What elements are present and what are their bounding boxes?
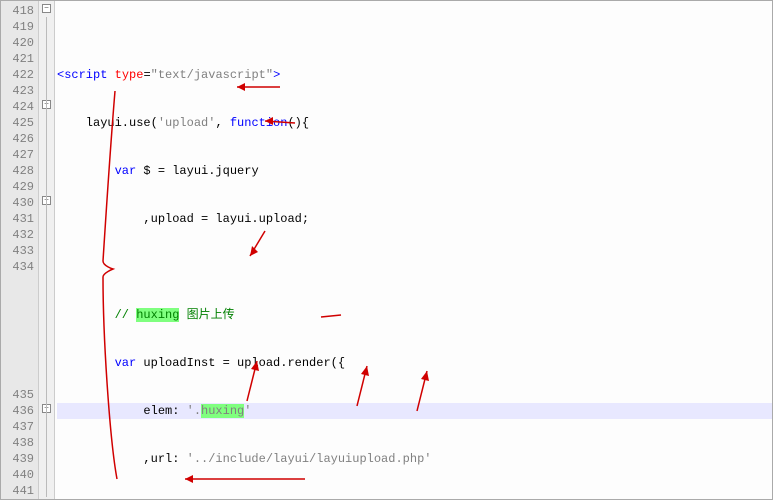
code-line: var $ = layui.jquery <box>57 163 772 179</box>
highlight-huxing: huxing <box>136 308 179 322</box>
line-number: 439 <box>7 451 34 467</box>
line-number: 436 <box>7 403 34 419</box>
line-number <box>7 339 34 355</box>
line-number: 425 <box>7 115 34 131</box>
line-number: 426 <box>7 131 34 147</box>
line-number <box>7 323 34 339</box>
line-number: 437 <box>7 419 34 435</box>
code-line: ,upload = layui.upload; <box>57 211 772 227</box>
line-number: 441 <box>7 483 34 499</box>
line-number-gutter: 418 419 420 421 422 423 424 425 426 427 … <box>1 1 39 499</box>
fold-gutter: − − − − <box>39 1 55 499</box>
line-number: 430 <box>7 195 34 211</box>
line-number: 422 <box>7 67 34 83</box>
code-line: var uploadInst = upload.render({ <box>57 355 772 371</box>
code-line: // huxing 图片上传 <box>57 307 772 323</box>
line-number: 418 <box>7 3 34 19</box>
line-number: 438 <box>7 435 34 451</box>
code-line-current: elem: '.huxing' <box>57 403 772 419</box>
line-number: 427 <box>7 147 34 163</box>
line-number <box>7 371 34 387</box>
line-number: 433 <box>7 243 34 259</box>
line-number: 431 <box>7 211 34 227</box>
line-number <box>7 275 34 291</box>
line-number: 424 <box>7 99 34 115</box>
line-number <box>7 355 34 371</box>
code-area[interactable]: <script type="text/javascript"> layui.us… <box>55 1 772 499</box>
code-line: ,url: '../include/layui/layuiupload.php' <box>57 451 772 467</box>
line-number: 428 <box>7 163 34 179</box>
highlight-huxing: huxing <box>201 404 244 418</box>
line-number: 420 <box>7 35 34 51</box>
code-line: layui.use('upload', function(){ <box>57 115 772 131</box>
code-line <box>57 259 772 275</box>
line-number: 429 <box>7 179 34 195</box>
line-number: 432 <box>7 227 34 243</box>
line-number: 423 <box>7 83 34 99</box>
line-number <box>7 291 34 307</box>
line-number: 435 <box>7 387 34 403</box>
line-number: 440 <box>7 467 34 483</box>
code-editor: 418 419 420 421 422 423 424 425 426 427 … <box>0 0 773 500</box>
line-number: 434 <box>7 259 34 275</box>
line-number <box>7 307 34 323</box>
code-line: <script type="text/javascript"> <box>57 67 772 83</box>
line-number: 421 <box>7 51 34 67</box>
fold-toggle[interactable]: − <box>42 4 51 13</box>
line-number: 419 <box>7 19 34 35</box>
